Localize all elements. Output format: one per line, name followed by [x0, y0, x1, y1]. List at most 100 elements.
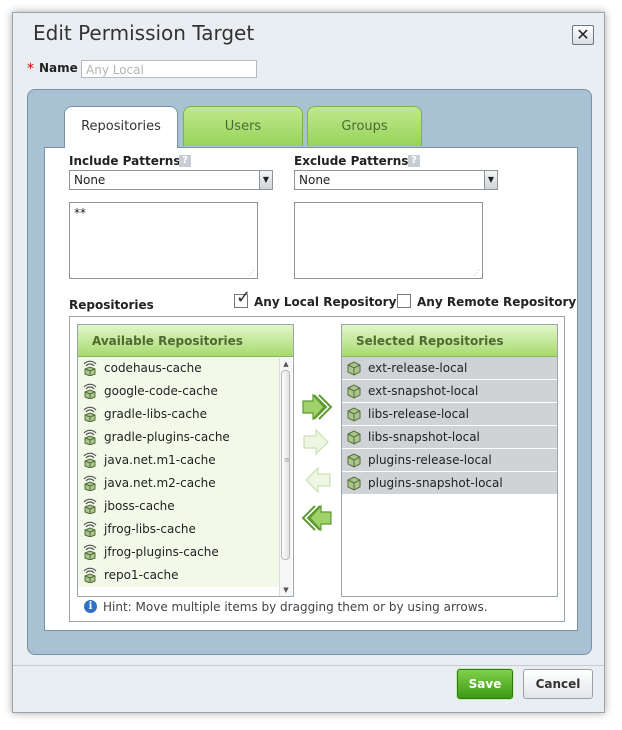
move-left-button[interactable]	[300, 465, 334, 495]
footer-divider	[13, 665, 604, 666]
any-remote-checkbox[interactable]	[397, 294, 411, 308]
scroll-thumb[interactable]: ≡	[281, 370, 290, 560]
name-input[interactable]: Any Local	[81, 60, 257, 78]
remote-repo-icon	[82, 429, 98, 446]
repo-name: codehaus-cache	[104, 361, 202, 375]
any-local-checkbox[interactable]: ✓	[234, 287, 251, 308]
repo-name: jfrog-libs-cache	[104, 522, 196, 536]
include-patterns-select[interactable]: None ▼	[69, 170, 273, 190]
local-repo-icon	[346, 406, 362, 422]
list-item[interactable]: ext-snapshot-local	[342, 380, 557, 403]
list-item[interactable]: jfrog-plugins-cache	[78, 541, 279, 564]
cancel-button[interactable]: Cancel	[523, 669, 593, 699]
local-repo-icon	[346, 475, 362, 491]
list-item[interactable]: google-code-cache	[78, 380, 279, 403]
double-arrow-right-icon	[302, 393, 333, 421]
grip-icon: ≡	[284, 456, 290, 464]
list-item[interactable]: gradle-plugins-cache	[78, 426, 279, 449]
repo-name: libs-release-local	[368, 407, 469, 421]
include-patterns-label: Include Patterns	[69, 154, 181, 168]
list-item[interactable]: jfrog-libs-cache	[78, 518, 279, 541]
move-all-left-button[interactable]	[300, 503, 334, 533]
local-repo-icon	[346, 429, 362, 445]
repo-name: google-code-cache	[104, 384, 218, 398]
dropdown-arrow-icon: ▼	[484, 171, 497, 189]
include-patterns-value: **	[74, 206, 86, 220]
list-item[interactable]: java.net.m2-cache	[78, 472, 279, 495]
close-icon: ✕	[576, 25, 590, 44]
repo-name: repo1-cache	[104, 568, 179, 582]
dialog-title: Edit Permission Target	[33, 21, 255, 45]
repo-name: java.net.m1-cache	[104, 453, 216, 467]
remote-repo-icon	[82, 475, 98, 492]
remote-repo-icon	[82, 452, 98, 469]
dropdown-arrow-icon: ▼	[259, 171, 272, 189]
available-scrollbar[interactable]: ▲ ≡ ▼	[279, 358, 292, 596]
list-item[interactable]: libs-snapshot-local	[342, 426, 557, 449]
checkmark-icon: ✓	[236, 287, 252, 308]
local-repo-icon	[346, 360, 362, 376]
remote-repo-icon	[82, 406, 98, 423]
double-arrow-left-icon	[301, 504, 332, 532]
list-item[interactable]: ext-release-local	[342, 357, 557, 380]
remote-repo-icon	[82, 360, 98, 377]
arrow-left-icon	[305, 466, 331, 494]
exclude-patterns-textarea[interactable]: ⋰	[294, 202, 483, 279]
repo-name: ext-snapshot-local	[368, 384, 479, 398]
arrow-right-icon	[303, 428, 329, 456]
repo-name: ext-release-local	[368, 361, 468, 375]
repo-name: gradle-libs-cache	[104, 407, 207, 421]
list-item[interactable]: java.net.m1-cache	[78, 449, 279, 472]
tab-groups[interactable]: Groups	[307, 106, 422, 146]
list-item[interactable]: jboss-cache	[78, 495, 279, 518]
repo-name: gradle-plugins-cache	[104, 430, 230, 444]
info-icon: i	[84, 600, 97, 613]
repo-name: plugins-release-local	[368, 453, 492, 467]
help-icon[interactable]: ?	[408, 155, 420, 167]
selected-repositories-list[interactable]: Selected Repositories ext-release-local …	[341, 324, 558, 597]
scroll-down-icon[interactable]: ▼	[280, 584, 292, 596]
move-all-right-button[interactable]	[300, 392, 334, 422]
exclude-patterns-label: Exclude Patterns	[294, 154, 409, 168]
permission-panel: Repositories Users Groups Include Patter…	[27, 89, 592, 655]
remote-repo-icon	[82, 567, 98, 584]
include-select-value: None	[74, 173, 106, 187]
available-repositories-header: Available Repositories	[78, 325, 293, 357]
move-right-button[interactable]	[300, 427, 334, 457]
help-icon[interactable]: ?	[179, 155, 191, 167]
local-repo-icon	[346, 383, 362, 399]
any-local-label[interactable]: Any Local Repository	[254, 295, 396, 309]
list-item[interactable]: codehaus-cache	[78, 357, 279, 380]
list-item[interactable]: plugins-snapshot-local	[342, 472, 557, 495]
available-repositories-list[interactable]: Available Repositories codehaus-cache go…	[77, 324, 294, 597]
remote-repo-icon	[82, 544, 98, 561]
include-patterns-textarea[interactable]: ** ⋰	[69, 202, 258, 279]
save-button[interactable]: Save	[457, 669, 513, 699]
scroll-up-icon[interactable]: ▲	[280, 358, 292, 370]
tab-users[interactable]: Users	[183, 106, 303, 146]
repo-name: jfrog-plugins-cache	[104, 545, 219, 559]
close-button[interactable]: ✕	[572, 25, 594, 45]
dialog-titlebar: Edit Permission Target ✕	[13, 13, 604, 53]
list-item[interactable]: libs-release-local	[342, 403, 557, 426]
repository-picker: Available Repositories codehaus-cache go…	[69, 316, 565, 622]
selected-repositories-header: Selected Repositories	[342, 325, 557, 357]
remote-repo-icon	[82, 383, 98, 400]
repo-name: libs-snapshot-local	[368, 430, 480, 444]
repositories-label: Repositories	[69, 298, 154, 312]
selected-items: ext-release-local ext-snapshot-local lib…	[342, 357, 557, 495]
edit-permission-dialog: Edit Permission Target ✕ * Name Any Loca…	[12, 12, 605, 713]
repo-name: plugins-snapshot-local	[368, 476, 503, 490]
any-remote-label[interactable]: Any Remote Repository	[417, 295, 576, 309]
tab-repositories[interactable]: Repositories	[64, 106, 178, 148]
exclude-patterns-select[interactable]: None ▼	[294, 170, 498, 190]
required-marker: *	[27, 61, 34, 77]
remote-repo-icon	[82, 498, 98, 515]
hint-text: i Hint: Move multiple items by dragging t…	[84, 600, 488, 614]
list-item[interactable]: gradle-libs-cache	[78, 403, 279, 426]
resize-grip-icon[interactable]: ⋰	[473, 270, 480, 277]
list-item[interactable]: plugins-release-local	[342, 449, 557, 472]
resize-grip-icon[interactable]: ⋰	[248, 270, 255, 277]
tab-content: Include Patterns ? None ▼ ** ⋰ Exclude P…	[44, 147, 578, 631]
list-item[interactable]: repo1-cache	[78, 564, 279, 587]
